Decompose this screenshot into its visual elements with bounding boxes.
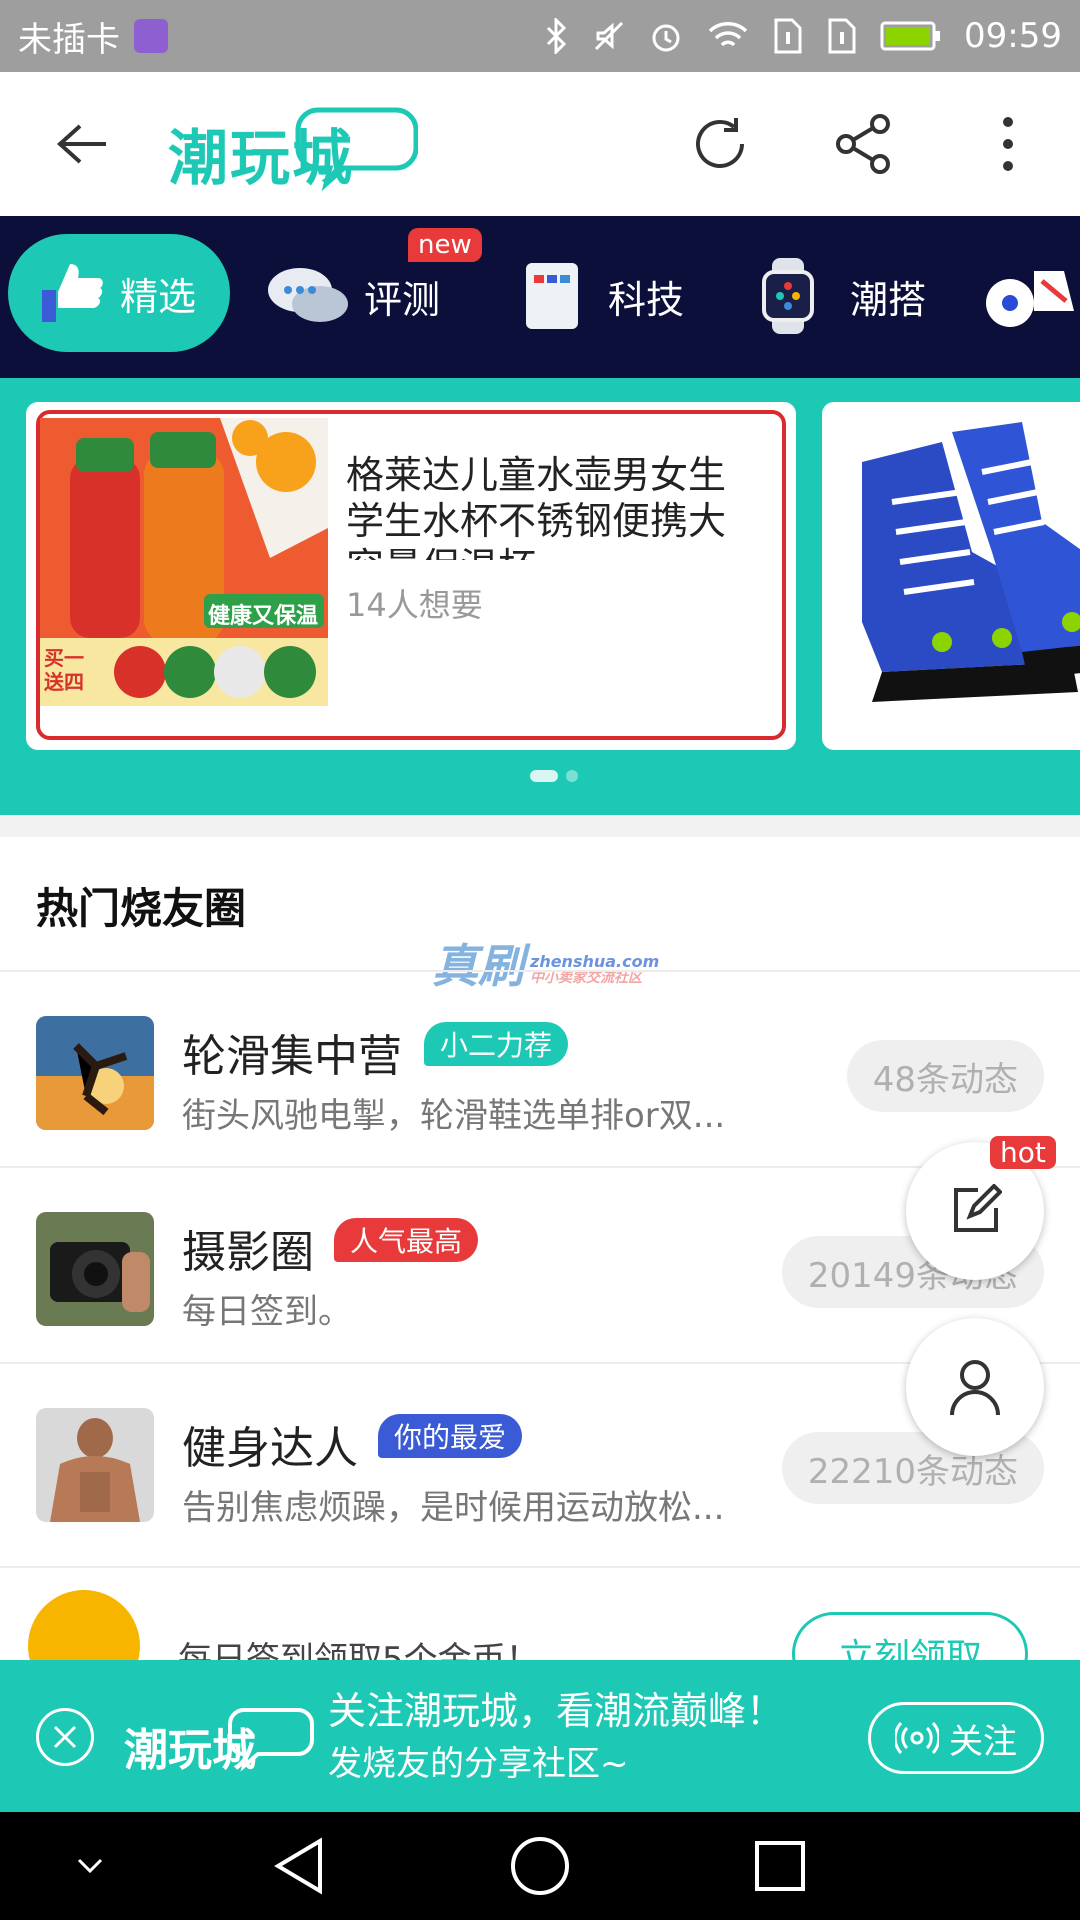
broadcast-icon [895, 1721, 939, 1755]
group-avatar [36, 1212, 154, 1326]
follow-headline: 关注潮玩城，看潮流巅峰！ [328, 1689, 785, 1733]
follow-bar: 潮玩城 关注潮玩城，看潮流巅峰！ 发烧友的分享社区~ 关注 [0, 1660, 1080, 1812]
clock-text: 09:59 [964, 16, 1062, 56]
group-name: 摄影圈 [182, 1227, 314, 1278]
follow-logo: 潮玩城 [124, 1700, 316, 1776]
chevron-down-icon[interactable] [50, 1830, 130, 1902]
section-title: 热门烧友圈 [36, 884, 247, 933]
watch-icon [762, 258, 814, 334]
bluetooth-icon [544, 18, 570, 54]
group-name: 健身达人 [182, 1423, 358, 1474]
sim2-icon [826, 16, 858, 56]
group-tag: 人气最高 [334, 1218, 479, 1262]
more-vertical-icon[interactable] [968, 104, 1048, 184]
edit-icon [954, 1184, 1002, 1232]
product-wants: 14人想要 [346, 586, 483, 624]
share-icon[interactable] [824, 104, 904, 184]
group-avatar [36, 1408, 154, 1522]
watermark-domain: zhenshua.com [530, 951, 660, 971]
new-badge: new [408, 228, 482, 262]
product-card[interactable]: 健康又保温 买一送四 格莱达儿童水壶男女生学生水杯不锈钢便携大容量保温杯 14人… [26, 402, 796, 750]
group-tag: 小二力荐 [424, 1022, 569, 1066]
user-icon [950, 1360, 1000, 1416]
list-item[interactable]: 轮滑集中营 小二力荐 街头风驰电掣，轮滑鞋选单排or双... 48条动态 [0, 970, 1080, 1166]
tab-sports[interactable] [984, 246, 1080, 346]
banner-pager [530, 770, 578, 782]
sports-icon [986, 271, 1074, 327]
close-icon[interactable] [36, 1708, 94, 1766]
tab-label: 科技 [608, 277, 685, 322]
group-avatar [36, 1016, 154, 1130]
group-desc: 每日签到。 [182, 1292, 352, 1332]
pager-dot [566, 770, 578, 782]
nav-back-icon[interactable] [260, 1830, 340, 1902]
group-tag: 你的最爱 [378, 1414, 523, 1458]
pager-dot [530, 770, 558, 782]
app-logo: 潮玩城 [168, 96, 419, 194]
group-count: 48条动态 [846, 1040, 1044, 1112]
sneaker-image [862, 422, 1080, 702]
tab-label: 潮搭 [850, 277, 927, 322]
refresh-icon[interactable] [680, 104, 760, 184]
sim1-icon [772, 16, 804, 56]
status-bar: 未插卡 09:59 [0, 0, 1080, 72]
logo-text: 潮玩城 [168, 124, 354, 194]
image-caption: 健康又保温 [208, 604, 319, 629]
system-nav-bar [0, 1812, 1080, 1920]
tablet-icon [526, 263, 578, 329]
tab-featured[interactable]: 精选 [8, 234, 230, 352]
battery-icon [880, 19, 942, 53]
category-tabs: 精选 评测 new 科技 潮搭 [0, 216, 1080, 378]
checkin-row: 每日签到领取5个金币！ 立刻领取 [0, 1566, 1080, 1702]
logo-text: 潮玩城 [124, 1725, 256, 1776]
group-name: 轮滑集中营 [182, 1031, 402, 1082]
image-promo: 买一送四 [44, 646, 84, 694]
mute-icon [592, 19, 626, 53]
chat-bubbles-icon [268, 268, 348, 322]
section-divider [0, 815, 1080, 837]
product-image: 健康又保温 买一送四 [40, 418, 328, 706]
tab-label: 精选 [120, 274, 197, 319]
wifi-icon [706, 19, 750, 53]
promo-banner: 健康又保温 买一送四 格莱达儿童水壶男女生学生水杯不锈钢便携大容量保温杯 14人… [0, 378, 1080, 815]
nav-recents-icon[interactable] [740, 1830, 820, 1902]
product-card-next[interactable] [822, 402, 1080, 750]
thumbs-up-icon [42, 264, 103, 322]
follow-label: 关注 [949, 1721, 1017, 1762]
group-desc: 告别焦虑烦躁，是时候用运动放松... [182, 1488, 725, 1528]
profile-button[interactable] [906, 1318, 1044, 1456]
back-arrow-icon[interactable] [42, 104, 122, 184]
hot-badge: hot [990, 1136, 1056, 1169]
gallery-icon [134, 19, 168, 53]
follow-subline: 发烧友的分享社区~ [328, 1744, 629, 1784]
nav-home-icon[interactable] [500, 1830, 580, 1902]
carrier-text: 未插卡 [18, 19, 120, 60]
tab-label: 评测 [364, 277, 441, 322]
app-header: 潮玩城 [0, 72, 1080, 216]
group-desc: 街头风驰电掣，轮滑鞋选单排or双... [182, 1096, 726, 1136]
tab-style[interactable]: 潮搭 [760, 246, 926, 346]
product-title: 格莱达儿童水壶男女生学生水杯不锈钢便携大容量保温杯 [346, 453, 727, 560]
follow-button[interactable]: 关注 [868, 1702, 1044, 1774]
tab-tech[interactable]: 科技 [524, 246, 684, 346]
alarm-icon [648, 18, 684, 54]
